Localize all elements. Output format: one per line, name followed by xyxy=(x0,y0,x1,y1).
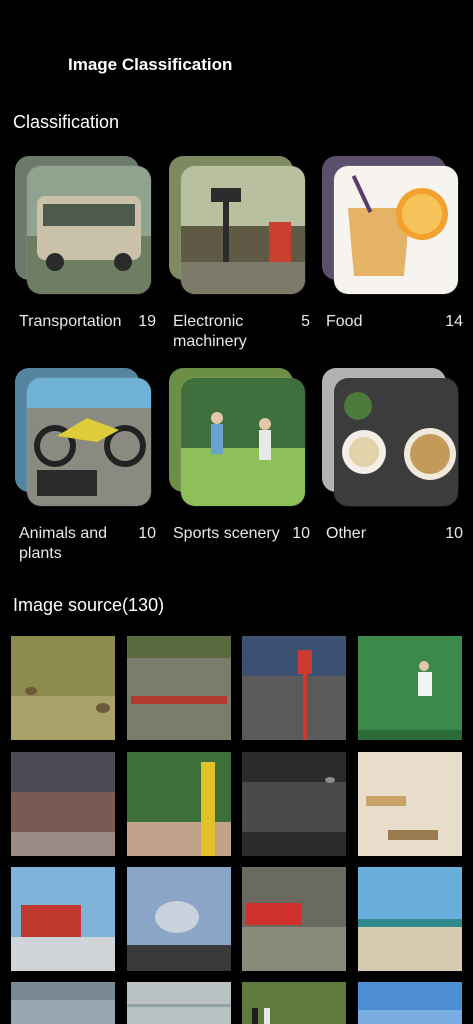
sky-photo-icon[interactable] xyxy=(358,982,462,1024)
tennis-player-photo-icon[interactable] xyxy=(358,636,462,740)
category-name: Transportation xyxy=(19,313,122,330)
frisbee-players-icon xyxy=(181,378,305,506)
meal-tray-icon xyxy=(334,378,458,506)
drink-icon xyxy=(334,166,458,294)
category-stack xyxy=(15,368,155,518)
category-count: 5 xyxy=(301,313,310,330)
bus-icon xyxy=(27,166,151,294)
category-count: 19 xyxy=(138,313,156,330)
sky-fence-photo-icon[interactable] xyxy=(127,982,231,1024)
app-header: Image Classification xyxy=(0,0,473,110)
wooden-forks-photo-icon[interactable] xyxy=(358,752,462,856)
category-name: Food xyxy=(326,313,363,330)
beach-plane-photo-icon[interactable] xyxy=(358,867,462,971)
train-station-photo-icon[interactable] xyxy=(11,752,115,856)
category-count: 14 xyxy=(445,313,463,330)
category-card-food[interactable]: Food 14 xyxy=(322,156,467,361)
seagull-photo-icon[interactable] xyxy=(127,867,231,971)
fire-truck-photo-icon[interactable] xyxy=(11,867,115,971)
category-count: 10 xyxy=(138,525,156,542)
category-stack xyxy=(322,368,462,518)
zebra-photo-icon[interactable] xyxy=(242,982,346,1024)
category-name: Other xyxy=(326,525,367,542)
category-name: Electronic machinery xyxy=(173,313,247,350)
category-name: Animals and plants xyxy=(19,525,108,562)
category-stack xyxy=(169,368,309,518)
category-card-animals-and-plants[interactable]: Animals and plants 10 xyxy=(15,368,160,573)
category-count: 10 xyxy=(292,525,310,542)
category-stack xyxy=(322,156,462,306)
image-source-heading: Image source(130) xyxy=(13,595,165,615)
category-stack xyxy=(15,156,155,306)
street-lamp-icon xyxy=(181,166,305,294)
category-card-transportation[interactable]: Transportation 19 xyxy=(15,156,160,361)
category-card-electronic-machinery[interactable]: Electronic machinery 5 xyxy=(169,156,314,361)
red-train-photo-icon[interactable] xyxy=(242,867,346,971)
sheep-field-photo-icon[interactable] xyxy=(11,636,115,740)
page-title: Image Classification xyxy=(68,55,233,74)
classification-heading: Classification xyxy=(13,112,120,132)
classification-grid: Transportation 19 Electronic machinery 5 xyxy=(0,150,473,570)
street-fire-hydrant-photo-icon[interactable] xyxy=(127,752,231,856)
motorcycle-icon xyxy=(27,378,151,506)
water-waves-photo-icon[interactable] xyxy=(242,752,346,856)
boat-race-photo-icon[interactable] xyxy=(127,636,231,740)
category-stack xyxy=(169,156,309,306)
sea-photo-icon[interactable] xyxy=(11,982,115,1024)
category-count: 10 xyxy=(445,525,463,542)
parking-sign-photo-icon[interactable] xyxy=(242,636,346,740)
category-card-other[interactable]: Other 10 xyxy=(322,368,467,573)
category-name: Sports scenery xyxy=(173,525,280,542)
category-card-sports-scenery[interactable]: Sports scenery 10 xyxy=(169,368,314,573)
